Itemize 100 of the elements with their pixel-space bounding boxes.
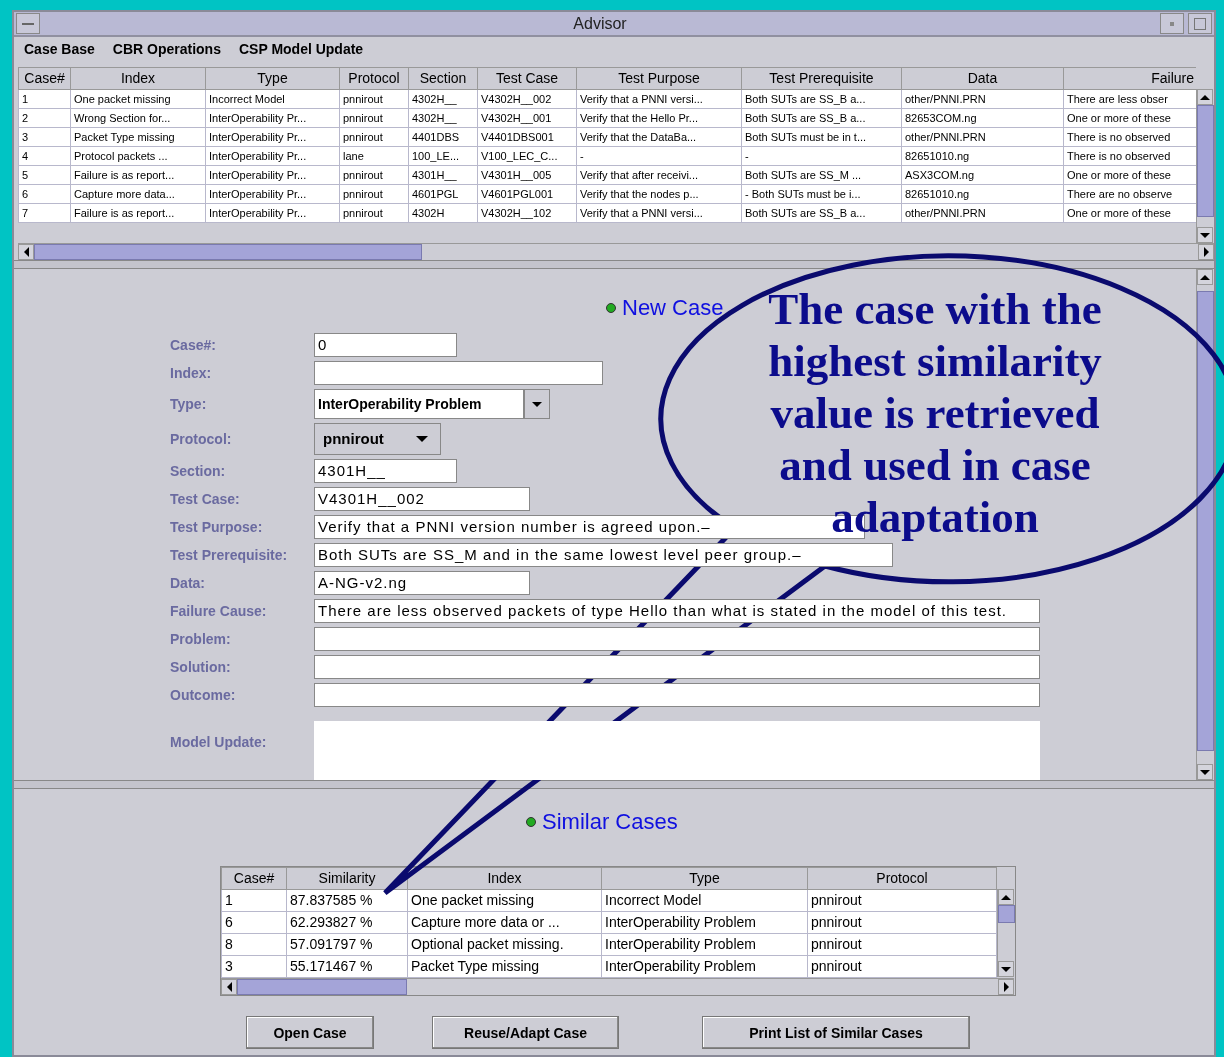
column-header[interactable]: Test Case [477, 67, 577, 90]
table-cell: 4302H__ [408, 108, 478, 128]
table-cell: pnnirout [339, 165, 409, 185]
table-cell: V4302H__002 [477, 89, 577, 109]
column-header[interactable]: Index [407, 867, 602, 890]
dropdown-button[interactable] [524, 389, 550, 419]
dropdown[interactable]: pnnirout [314, 423, 441, 455]
table-cell: Verify that a PNNI versi... [576, 203, 742, 223]
table-cell: Optional packet missing. [407, 933, 602, 956]
field-label: Protocol: [170, 429, 233, 449]
field-label: Model Update: [170, 732, 268, 752]
column-header[interactable]: Section [408, 67, 478, 90]
column-header[interactable]: Data [901, 67, 1064, 90]
table-cell: other/PNNI.PRN [901, 89, 1064, 109]
table-cell: InterOperability Problem [601, 955, 808, 978]
table-cell: pnnirout [339, 127, 409, 147]
table-cell: InterOperability Pr... [205, 165, 340, 185]
input-field[interactable]: There are less observed packets of type Hello than what is stated in the model of this test. [314, 599, 1040, 623]
combo-field[interactable]: InterOperability Problem [314, 389, 524, 419]
input-field[interactable]: A-NG-v2.ng [314, 571, 530, 595]
table-cell: Verify that the nodes p... [576, 184, 742, 204]
column-header[interactable]: Type [205, 67, 340, 90]
table-cell: 6 [221, 911, 287, 934]
window-title: Advisor [572, 13, 628, 34]
section-heading: Similar Cases [542, 808, 678, 836]
maximize-button[interactable] [1188, 13, 1212, 34]
table-cell: Both SUTs are SS_B a... [741, 108, 902, 128]
table-cell: 82653COM.ng [901, 108, 1064, 128]
table-cell: InterOperability Problem [601, 933, 808, 956]
status-dot-icon [526, 816, 536, 827]
field-label: Index: [170, 363, 213, 383]
column-header[interactable]: Case# [221, 867, 287, 890]
table-cell: 4302H [408, 203, 478, 223]
table-cell: V4301H__005 [477, 165, 577, 185]
table-cell: 55.171467 % [286, 955, 408, 978]
menu-item[interactable]: CSP Model Update [238, 38, 364, 60]
table-cell: lane [339, 146, 409, 166]
table-cell: 3 [221, 955, 287, 978]
table-cell: InterOperability Pr... [205, 146, 340, 166]
table-cell: pnnirout [339, 89, 409, 109]
table-cell: One packet missing [407, 889, 602, 912]
column-header[interactable]: Protocol [339, 67, 409, 90]
table-cell: Verify that the Hello Pr... [576, 108, 742, 128]
table-cell: InterOperability Problem [601, 911, 808, 934]
table-cell: 5 [18, 165, 71, 185]
menu-item[interactable]: Case Base [24, 38, 95, 60]
table-cell: Capture more data... [70, 184, 206, 204]
scrollbar-thumb[interactable] [998, 905, 1015, 923]
menu-item[interactable]: CBR Operations [112, 38, 221, 60]
scrollbar-thumb[interactable] [34, 244, 422, 260]
table-cell: pnnirout [807, 955, 997, 978]
table-cell: 1 [221, 889, 287, 912]
table-cell: InterOperability Pr... [205, 108, 340, 128]
scrollbar-thumb[interactable] [237, 979, 407, 995]
table-cell: 6 [18, 184, 71, 204]
table-cell: 82651010.ng [901, 184, 1064, 204]
column-header[interactable]: Similarity [286, 867, 408, 890]
input-field[interactable]: V4301H__002 [314, 487, 530, 511]
table-cell: Capture more data or ... [407, 911, 602, 934]
column-header[interactable]: Failure [1063, 67, 1196, 90]
scrollbar-thumb[interactable] [1197, 291, 1214, 751]
splitter-bar[interactable] [14, 260, 1214, 269]
table-cell: 8 [221, 933, 287, 956]
field-label: Solution: [170, 657, 232, 677]
input-field[interactable] [314, 683, 1040, 707]
table-cell: 82651010.ng [901, 146, 1064, 166]
field-label: Case#: [170, 335, 217, 355]
action-button[interactable]: Print List of Similar Cases [702, 1016, 970, 1049]
input-field[interactable] [314, 361, 603, 385]
field-label: Test Purpose: [170, 517, 264, 537]
table-cell: other/PNNI.PRN [901, 203, 1064, 223]
table-cell: 4401DBS [408, 127, 478, 147]
field-label: Type: [170, 394, 208, 414]
table-cell: Both SUTs must be in t... [741, 127, 902, 147]
table-cell: pnnirout [339, 203, 409, 223]
table-cell: - [741, 146, 902, 166]
table-cell: Verify that the DataBa... [576, 127, 742, 147]
input-field[interactable] [314, 655, 1040, 679]
scrollbar-thumb[interactable] [1197, 105, 1214, 217]
input-field[interactable] [314, 627, 1040, 651]
table-cell: 62.293827 % [286, 911, 408, 934]
field-label: Outcome: [170, 685, 237, 705]
column-header[interactable]: Index [70, 67, 206, 90]
action-button[interactable]: Reuse/Adapt Case [432, 1016, 619, 1049]
table-cell: V4401DBS001 [477, 127, 577, 147]
column-header[interactable]: Case# [18, 67, 71, 90]
input-field[interactable]: 4301H__ [314, 459, 457, 483]
action-button[interactable]: Open Case [246, 1016, 374, 1049]
input-field[interactable]: 0 [314, 333, 457, 357]
column-header[interactable]: Type [601, 867, 808, 890]
column-header[interactable]: Test Purpose [576, 67, 742, 90]
table-cell: 1 [18, 89, 71, 109]
table-cell: ASX3COM.ng [901, 165, 1064, 185]
input-field[interactable]: Both SUTs are SS_M and in the same lowest level peer group.– [314, 543, 893, 567]
window-menu-button[interactable] [16, 13, 40, 34]
field-label: Section: [170, 461, 227, 481]
column-header[interactable]: Test Prerequisite [741, 67, 902, 90]
column-header[interactable]: Protocol [807, 867, 997, 890]
table-cell: 4 [18, 146, 71, 166]
table-cell: 100_LE... [408, 146, 478, 166]
